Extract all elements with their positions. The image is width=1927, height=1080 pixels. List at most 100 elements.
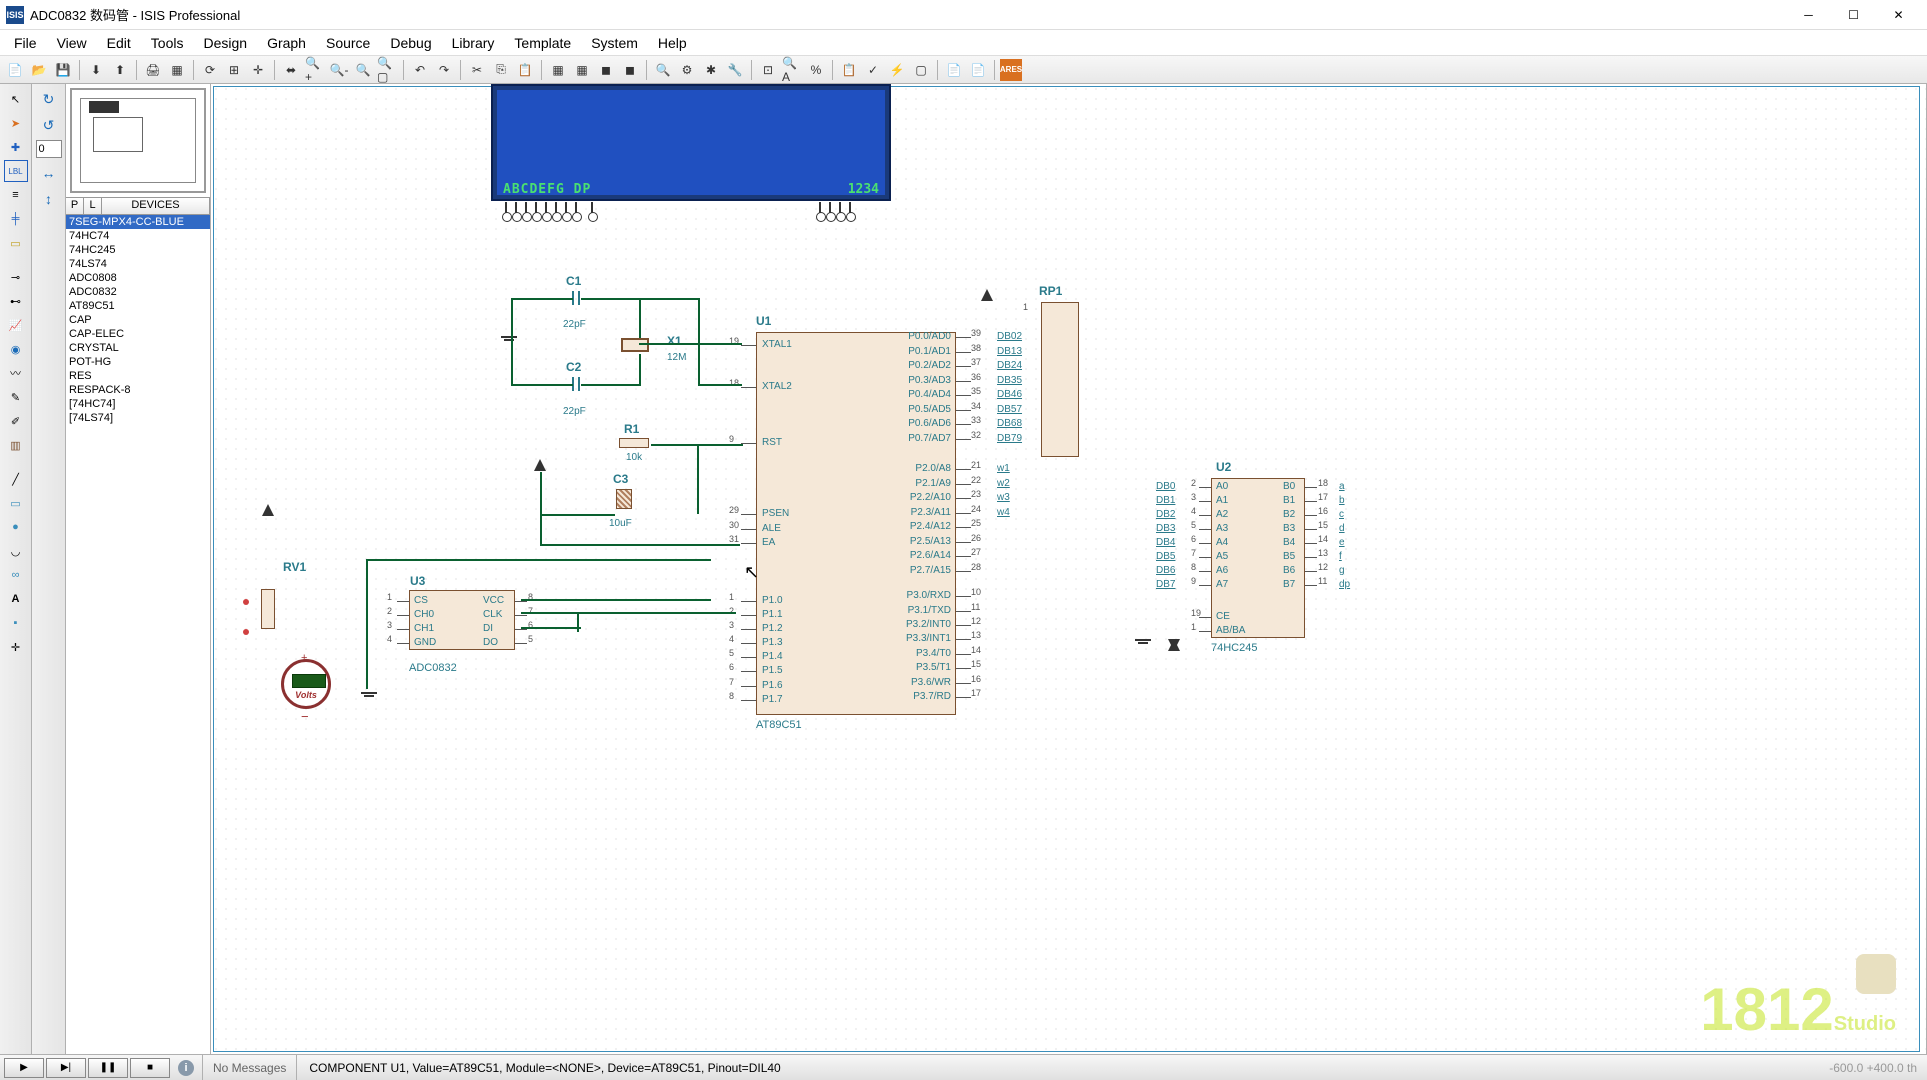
close-button[interactable]: ✕ [1876,1,1921,29]
mirror-h-icon[interactable]: ↔ [37,162,61,184]
path-icon[interactable]: ∞ [4,564,28,586]
block-rotate-icon[interactable]: ◼ [595,59,617,81]
make-device-icon[interactable]: ⚙ [676,59,698,81]
device-list-item[interactable]: RES [66,369,210,383]
component-mode-icon[interactable]: ➤ [4,112,28,134]
menu-graph[interactable]: Graph [257,32,316,54]
doc1-icon[interactable]: 📄 [943,59,965,81]
symbol-icon[interactable]: ▪ [4,612,28,634]
mirror-v-icon[interactable]: ↕ [37,188,61,210]
menu-system[interactable]: System [581,32,648,54]
menu-file[interactable]: File [4,32,47,54]
device-list-item[interactable]: 74HC245 [66,243,210,257]
crystal-x1[interactable] [621,338,649,352]
marker-icon[interactable]: ✛ [4,636,28,658]
play-button[interactable]: ▶ [4,1058,44,1078]
resistor-r1[interactable] [619,438,649,448]
export-icon[interactable]: ⬆ [109,59,131,81]
zoom-area-icon[interactable]: 🔍▢ [376,59,398,81]
open-icon[interactable]: 📂 [28,59,50,81]
arc-icon[interactable]: ◡ [4,540,28,562]
import-icon[interactable]: ⬇ [85,59,107,81]
device-list-item[interactable]: CAP-ELEC [66,327,210,341]
step-button[interactable]: ▶| [46,1058,86,1078]
ares-link-icon[interactable]: ARES [1000,59,1022,81]
box-icon[interactable]: ▭ [4,492,28,514]
new-icon[interactable]: 📄 [4,59,26,81]
wire-autoroute-icon[interactable]: ⊡ [757,59,779,81]
device-pin-icon[interactable]: ⊷ [4,290,28,312]
voltage-probe-icon[interactable]: ✎ [4,386,28,408]
rotate-ccw-icon[interactable]: ↺ [37,114,61,136]
menu-view[interactable]: View [47,32,97,54]
device-list-item[interactable]: [74HC74] [66,397,210,411]
cut-icon[interactable]: ✂ [466,59,488,81]
graph-mode-icon[interactable]: 📈 [4,314,28,336]
messages-label[interactable]: No Messages [202,1055,297,1080]
device-list-item[interactable]: 74LS74 [66,257,210,271]
zoom-in-icon[interactable]: 🔍+ [304,59,326,81]
block-delete-icon[interactable]: ◼ [619,59,641,81]
info-icon[interactable]: i [178,1060,194,1076]
block-copy-icon[interactable]: ▦ [547,59,569,81]
menu-source[interactable]: Source [316,32,380,54]
potentiometer-rv1[interactable] [261,589,275,629]
wire-label-icon[interactable]: LBL [4,160,28,182]
copy-icon[interactable]: ⎘ [490,59,512,81]
maximize-button[interactable]: ☐ [1831,1,1876,29]
pan-icon[interactable]: ⬌ [280,59,302,81]
schematic-canvas[interactable]: ABCDEFG DP 1234 C1 22pF C2 [211,84,1927,1054]
menu-help[interactable]: Help [648,32,697,54]
search-icon[interactable]: 🔍A [781,59,803,81]
save-icon[interactable]: 💾 [52,59,74,81]
selection-mode-icon[interactable]: ↖ [4,88,28,110]
instrument-icon[interactable]: ▥ [4,434,28,456]
minimize-button[interactable]: ─ [1786,1,1831,29]
paste-icon[interactable]: 📋 [514,59,536,81]
capacitor-c3[interactable] [616,489,632,509]
overview-window[interactable] [70,88,206,193]
property-icon[interactable]: % [805,59,827,81]
tape-icon[interactable]: ◉ [4,338,28,360]
erc-icon[interactable]: ✓ [862,59,884,81]
print-icon[interactable]: 🖨 [142,59,164,81]
rotation-input[interactable] [36,140,62,158]
pick-icon[interactable]: 🔍 [652,59,674,81]
rotate-cw-icon[interactable]: ↻ [37,88,61,110]
circle-icon[interactable]: ● [4,516,28,538]
seven-seg-display[interactable]: ABCDEFG DP 1234 [491,84,891,201]
stop-button[interactable]: ■ [130,1058,170,1078]
zoom-fit-icon[interactable]: 🔍 [352,59,374,81]
terminal-icon[interactable]: ⊸ [4,266,28,288]
device-list-item[interactable]: RESPACK-8 [66,383,210,397]
device-list-item[interactable]: ADC0832 [66,285,210,299]
junction-mode-icon[interactable]: ✚ [4,136,28,158]
libraries-button[interactable]: L [84,198,102,214]
pause-button[interactable]: ❚❚ [88,1058,128,1078]
device-list-item[interactable]: CAP [66,313,210,327]
print-area-icon[interactable]: ▦ [166,59,188,81]
subcircuit-icon[interactable]: ▭ [4,232,28,254]
device-list-item[interactable]: ADC0808 [66,271,210,285]
menu-library[interactable]: Library [442,32,505,54]
device-list[interactable]: 7SEG-MPX4-CC-BLUE74HC7474HC24574LS74ADC0… [66,215,210,1054]
device-list-item[interactable]: 74HC74 [66,229,210,243]
block-move-icon[interactable]: ▦ [571,59,593,81]
menu-tools[interactable]: Tools [141,32,194,54]
voltmeter[interactable]: Volts [281,659,331,709]
refresh-icon[interactable]: ⟳ [199,59,221,81]
undo-icon[interactable]: ↶ [409,59,431,81]
bom-icon[interactable]: 📋 [838,59,860,81]
redo-icon[interactable]: ↷ [433,59,455,81]
grid-icon[interactable]: ⊞ [223,59,245,81]
packaging-icon[interactable]: ✱ [700,59,722,81]
doc2-icon[interactable]: 📄 [967,59,989,81]
menu-template[interactable]: Template [504,32,581,54]
pick-devices-button[interactable]: P [66,198,84,214]
respack-rp1[interactable] [1041,302,1079,457]
ares-icon[interactable]: ▢ [910,59,932,81]
generator-icon[interactable]: 〰 [4,362,28,384]
device-list-item[interactable]: CRYSTAL [66,341,210,355]
zoom-out-icon[interactable]: 🔍- [328,59,350,81]
text-script-icon[interactable]: ≡ [4,184,28,206]
